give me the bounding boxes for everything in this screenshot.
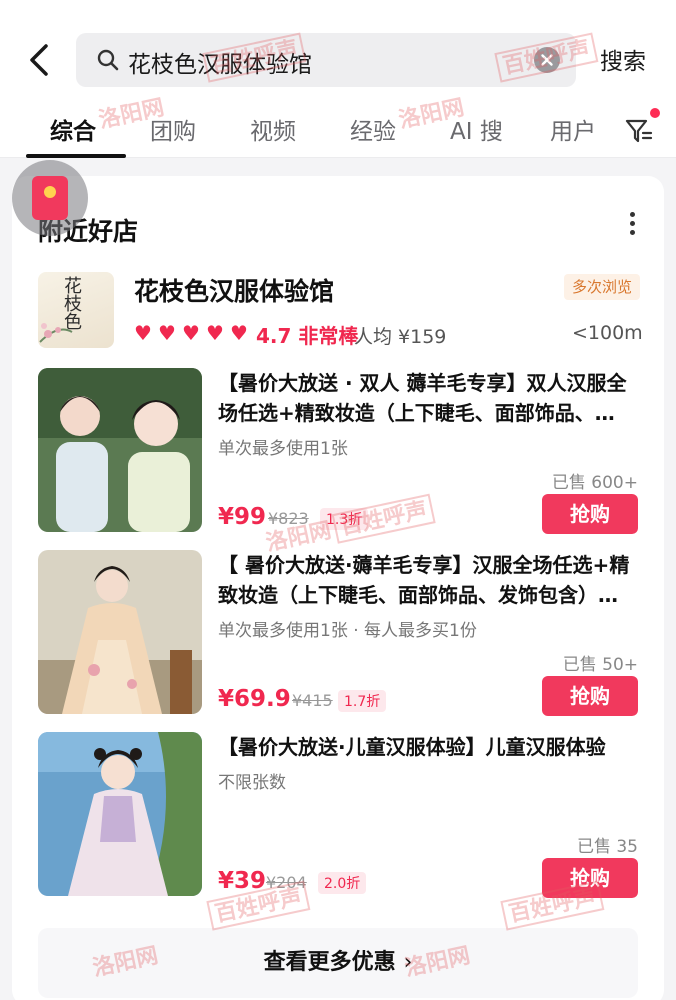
deal-original-price: ¥204 <box>266 873 307 892</box>
deal-sold-count: 已售 50+ <box>562 655 638 675</box>
more-options-icon[interactable] <box>622 212 642 238</box>
heart-icon: ♥ <box>134 321 152 345</box>
search-icon <box>97 49 119 71</box>
tab-ai-search[interactable]: AI 搜 <box>450 112 503 146</box>
deal-price: ¥69.9 <box>218 686 291 712</box>
deal-discount-badge: 1.7折 <box>338 690 387 712</box>
tab-video[interactable]: 视频 <box>250 112 296 146</box>
deal-title[interactable]: 【暑价大放送 · 双人 薅羊毛专享】双人汉服全场任选+精致妆造（上下睫毛、面部饰… <box>218 368 642 428</box>
shop-rating: 4.7 非常棒 <box>256 324 359 348</box>
envelope-seal <box>44 186 56 198</box>
deal-original-price: ¥415 <box>292 691 333 710</box>
deal-title[interactable]: 【暑价大放送·儿童汉服体验】儿童汉服体验 <box>218 732 642 762</box>
filter-icon <box>625 119 653 143</box>
filter-button[interactable] <box>624 116 654 146</box>
hanfu-photo-icon <box>38 550 202 714</box>
buy-button[interactable]: 抢购 <box>542 858 638 898</box>
heart-icon: ♥ <box>182 321 200 345</box>
deal-image-couple-hanfu[interactable] <box>38 368 202 532</box>
deal-original-price: ¥823 <box>268 509 309 528</box>
search-query-text: 花枝色汉服体验馆 <box>128 52 312 78</box>
buy-button[interactable]: 抢购 <box>542 494 638 534</box>
deal-sold-count: 已售 600+ <box>551 473 638 493</box>
deal-usage-limit: 单次最多使用1张 <box>218 439 348 459</box>
active-tab-indicator <box>26 154 126 158</box>
tab-group-buy[interactable]: 团购 <box>150 112 196 146</box>
back-button[interactable] <box>22 40 58 80</box>
heart-icon: ♥ <box>206 321 224 345</box>
average-price: 人均 ¥159 <box>354 326 447 348</box>
deal-price: ¥99 <box>218 504 267 530</box>
shop-distance: <100m <box>572 322 643 344</box>
deal-image-hanfu-woman[interactable] <box>38 550 202 714</box>
nearby-shops-card: 附近好店 花枝色 花枝色汉服体验馆 多次浏览 ♥ ♥ ♥ ♥ ♥ 4.7 非常棒… <box>12 176 664 1000</box>
shop-name[interactable]: 花枝色汉服体验馆 <box>134 272 334 308</box>
deal-image-child-hanfu[interactable] <box>38 732 202 896</box>
search-input[interactable]: 花枝色汉服体验馆 <box>76 33 576 87</box>
notification-dot <box>650 108 660 118</box>
deal-title[interactable]: 【 暑价大放送·薅羊毛专享】汉服全场任选+精致妆造（上下睫毛、面部饰品、发饰包含… <box>218 550 642 610</box>
view-more-deals-button[interactable]: 查看更多优惠 › <box>38 928 638 998</box>
heart-icon: ♥ <box>158 321 176 345</box>
hanfu-photo-icon <box>38 368 202 532</box>
deal-discount-badge: 2.0折 <box>318 872 367 894</box>
deal-price: ¥39 <box>218 868 267 894</box>
chevron-right-icon: › <box>403 950 413 975</box>
tab-experience[interactable]: 经验 <box>350 112 396 146</box>
shop-logo[interactable]: 花枝色 <box>38 272 114 348</box>
tab-comprehensive[interactable]: 综合 <box>50 112 96 146</box>
deal-usage-limit: 单次最多使用1张 · 每人最多买1份 <box>218 621 477 641</box>
clear-search-button[interactable] <box>534 47 560 73</box>
view-more-deals-label: 查看更多优惠 <box>263 950 396 975</box>
hanfu-photo-icon <box>38 732 202 896</box>
search-button[interactable]: 搜索 <box>600 42 646 76</box>
heart-icon: ♥ <box>230 321 248 345</box>
red-envelope-icon <box>32 176 68 220</box>
back-arrow-icon <box>30 44 48 76</box>
category-tabs: 综合 团购 视频 经验 AI 搜 用户 <box>0 100 676 158</box>
close-icon <box>541 54 553 66</box>
red-envelope-float-button[interactable] <box>12 160 88 236</box>
visited-badge: 多次浏览 <box>564 274 640 300</box>
deal-sold-count: 已售 35 <box>576 837 638 857</box>
deal-discount-badge: 1.3折 <box>320 508 369 530</box>
shop-logo-text: 花枝色 <box>61 276 82 330</box>
deal-usage-limit: 不限张数 <box>218 773 286 793</box>
buy-button[interactable]: 抢购 <box>542 676 638 716</box>
tab-users[interactable]: 用户 <box>550 112 596 146</box>
